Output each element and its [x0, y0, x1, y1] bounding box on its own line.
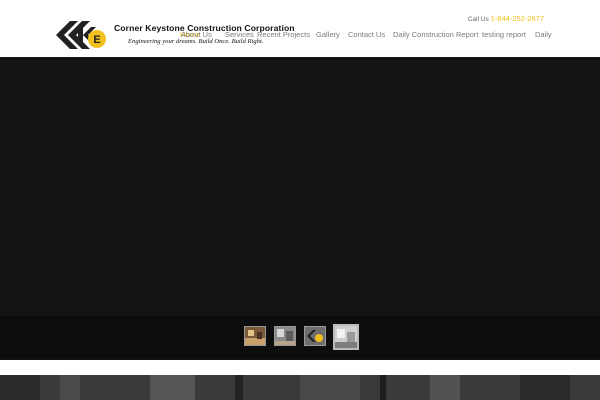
- nav-daily[interactable]: Daily: [535, 30, 552, 39]
- thumbnail-kitchen-icon[interactable]: [244, 326, 266, 346]
- kitchen-image-icon: [245, 327, 265, 345]
- nav-contact-us[interactable]: Contact Us: [348, 30, 385, 39]
- thumbnail-logo-icon[interactable]: [304, 326, 326, 346]
- site-header: E Corner Keystone Construction Corporati…: [0, 0, 600, 57]
- ckc-logo-icon: E: [56, 21, 106, 49]
- thumbnail-room-icon[interactable]: [333, 324, 359, 350]
- thumbnail-interior-icon[interactable]: [274, 326, 296, 346]
- nav-daily-construction-report[interactable]: Daily Construction Report: [393, 30, 478, 39]
- nav-about-us[interactable]: About Us: [181, 30, 212, 39]
- call-us-label: Call Us: [467, 16, 489, 23]
- company-tagline: Engineering your dreams. Build Once. Bui…: [128, 38, 264, 45]
- logo-image-icon: [305, 327, 325, 345]
- phone-link[interactable]: 1-844-252-2677: [491, 14, 544, 23]
- svg-text:E: E: [93, 34, 100, 46]
- hero-slider[interactable]: [0, 57, 600, 360]
- slider-thumbnail-bar: [0, 316, 600, 359]
- room-image-icon: [335, 326, 357, 348]
- nav-recent-projects[interactable]: Recent Projects: [257, 30, 310, 39]
- nav-services[interactable]: Services: [225, 30, 254, 39]
- lower-section-background: [0, 375, 600, 400]
- nav-testing-report[interactable]: testing report: [482, 30, 526, 39]
- nav-gallery[interactable]: Gallery: [316, 30, 340, 39]
- call-us: Call Us 1-844-252-2677: [468, 14, 544, 23]
- interior-image-icon: [275, 327, 295, 345]
